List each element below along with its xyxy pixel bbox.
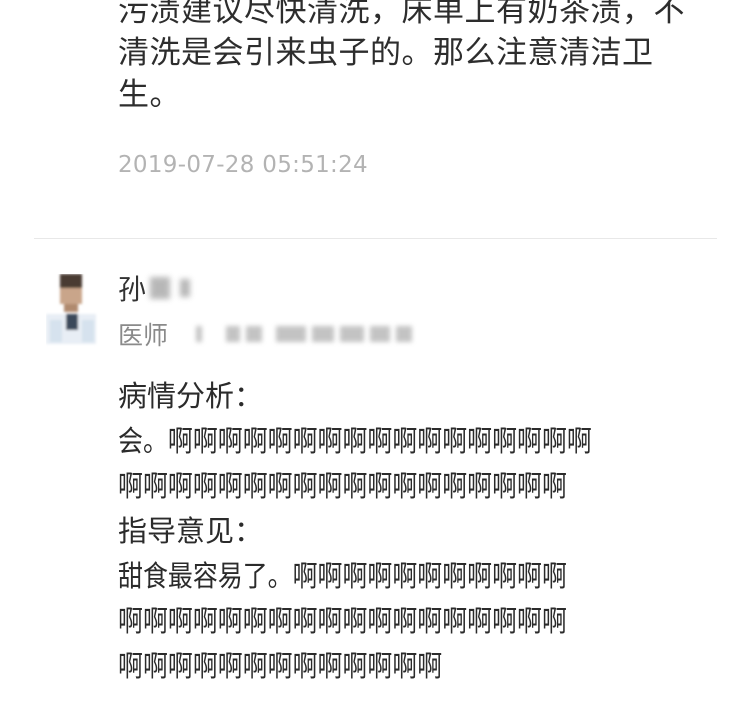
advice-line: 甜食最容易了。啊啊啊啊啊啊啊啊啊啊啊	[118, 554, 718, 599]
blurred-hospital	[196, 326, 413, 342]
doctor-title: 医师	[118, 321, 169, 350]
analysis-line-text: 啊啊啊啊啊啊啊啊啊啊啊啊啊啊啊啊啊啊	[118, 469, 567, 503]
doctor-reply: 病情分析： 会。啊啊啊啊啊啊啊啊啊啊啊啊啊啊啊啊啊 啊啊啊啊啊啊啊啊啊啊啊啊啊啊…	[118, 374, 718, 689]
previous-reply-line: 污渍建议尽快清洗，床单上有奶茶渍，不	[118, 0, 685, 29]
doctor-name-text: 孙	[118, 273, 147, 306]
reply-timestamp: 2019-07-28 05:51:24	[118, 152, 368, 178]
doctor-avatar-icon[interactable]	[42, 270, 104, 350]
previous-reply-text: 污渍建议尽快清洗，床单上有奶茶渍，不 清洗是会引来虫子的。那么注意清洁卫 生。	[118, 0, 718, 116]
advice-heading: 指导意见：	[118, 514, 264, 548]
blurred-name-part	[180, 279, 191, 297]
advice-line: 啊啊啊啊啊啊啊啊啊啊啊啊啊啊啊啊啊啊	[118, 599, 718, 644]
divider	[34, 238, 717, 239]
blurred-name-part	[150, 277, 171, 299]
previous-reply: 污渍建议尽快清洗，床单上有奶茶渍，不 清洗是会引来虫子的。那么注意清洁卫 生。	[118, 0, 718, 116]
advice-line-text: 啊啊啊啊啊啊啊啊啊啊啊啊啊啊啊啊啊啊	[118, 604, 567, 638]
doctor-name[interactable]: 孙	[118, 268, 191, 308]
advice-line-text: 啊啊啊啊啊啊啊啊啊啊啊啊啊	[118, 649, 443, 683]
advice-line: 啊啊啊啊啊啊啊啊啊啊啊啊啊	[118, 644, 718, 689]
analysis-line: 啊啊啊啊啊啊啊啊啊啊啊啊啊啊啊啊啊啊	[118, 464, 718, 509]
previous-reply-line: 生。	[118, 77, 181, 113]
analysis-heading: 病情分析：	[118, 379, 264, 413]
advice-line-text: 甜食最容易了。啊啊啊啊啊啊啊啊啊啊啊	[118, 559, 567, 593]
analysis-line-text: 会。啊啊啊啊啊啊啊啊啊啊啊啊啊啊啊啊啊	[118, 424, 592, 458]
previous-reply-line: 清洗是会引来虫子的。那么注意清洁卫	[118, 35, 654, 71]
analysis-line: 会。啊啊啊啊啊啊啊啊啊啊啊啊啊啊啊啊啊	[118, 419, 718, 464]
doctor-title-row: 医师	[118, 316, 413, 352]
